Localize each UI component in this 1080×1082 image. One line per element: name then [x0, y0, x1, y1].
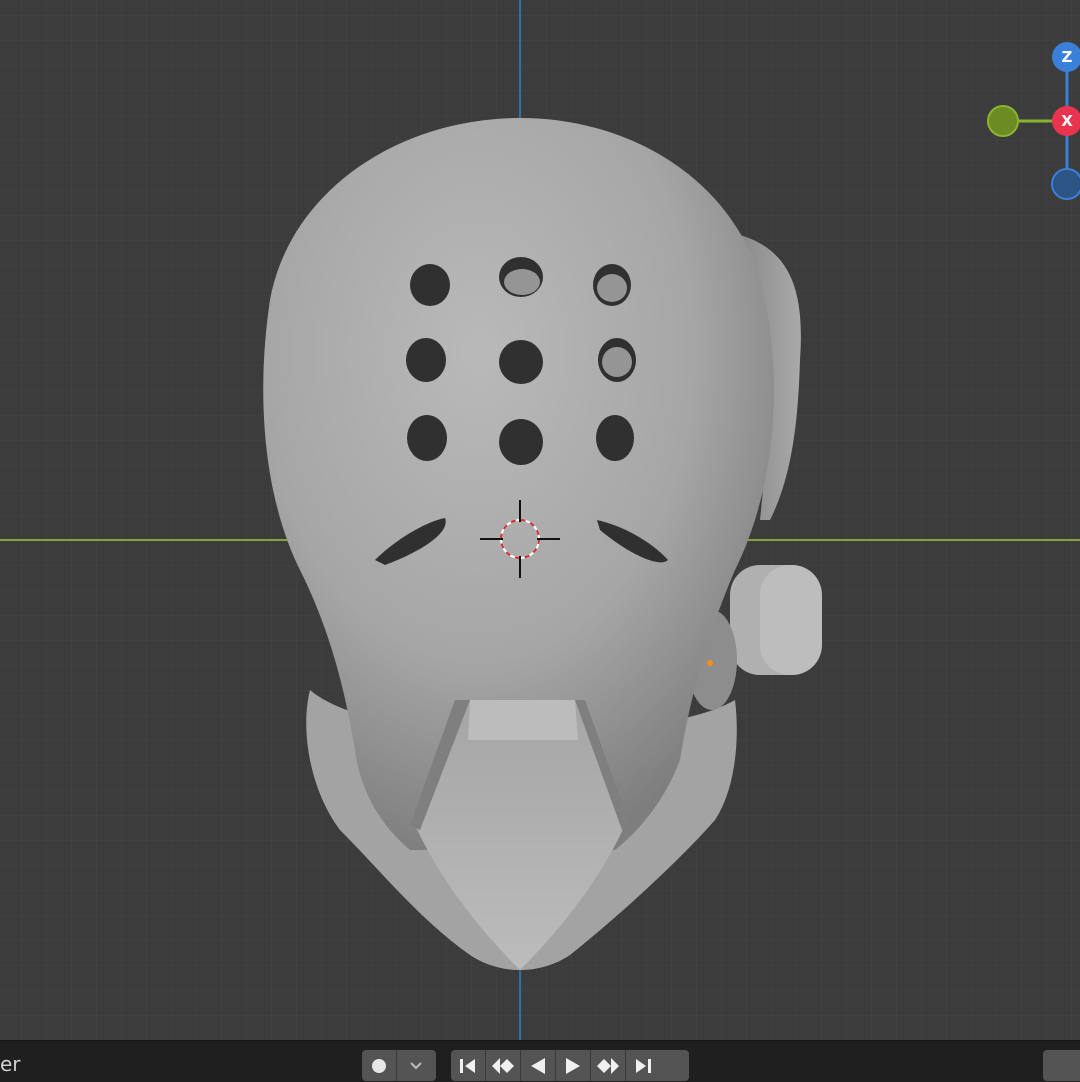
next-keyframe-icon — [597, 1057, 619, 1074]
keying-controls — [362, 1050, 436, 1081]
previous-keyframe-button[interactable] — [486, 1050, 521, 1081]
play-button[interactable] — [556, 1050, 591, 1081]
auto-key-dropdown[interactable] — [397, 1050, 436, 1081]
helmet-jaw-top — [468, 700, 578, 740]
record-icon — [371, 1058, 386, 1073]
object-origin-dot — [707, 660, 713, 666]
viewport-canvas: Z X — [0, 0, 1080, 1040]
playback-controls — [451, 1050, 689, 1081]
chevron-down-icon — [410, 1061, 422, 1069]
editor-type-label: er — [0, 1052, 21, 1076]
play-reverse-icon — [531, 1057, 545, 1074]
frame-field[interactable] — [1043, 1050, 1080, 1081]
next-keyframe-button[interactable] — [591, 1050, 626, 1081]
gizmo-y-handle[interactable] — [987, 105, 1019, 137]
record-keyframe-button[interactable] — [362, 1050, 397, 1081]
play-reverse-button[interactable] — [521, 1050, 556, 1081]
gizmo-x-label: X — [1061, 112, 1073, 130]
prev-keyframe-icon — [492, 1057, 514, 1074]
3d-viewport[interactable]: Z X — [0, 0, 1080, 1040]
gizmo-neg-z-handle[interactable] — [1051, 168, 1080, 200]
jump-end-icon — [636, 1058, 651, 1073]
gizmo-z-label: Z — [1062, 48, 1073, 66]
jump-start-icon — [460, 1058, 475, 1073]
jump-to-start-button[interactable] — [451, 1050, 486, 1081]
play-icon — [566, 1057, 580, 1074]
jump-to-end-button[interactable] — [626, 1050, 660, 1081]
